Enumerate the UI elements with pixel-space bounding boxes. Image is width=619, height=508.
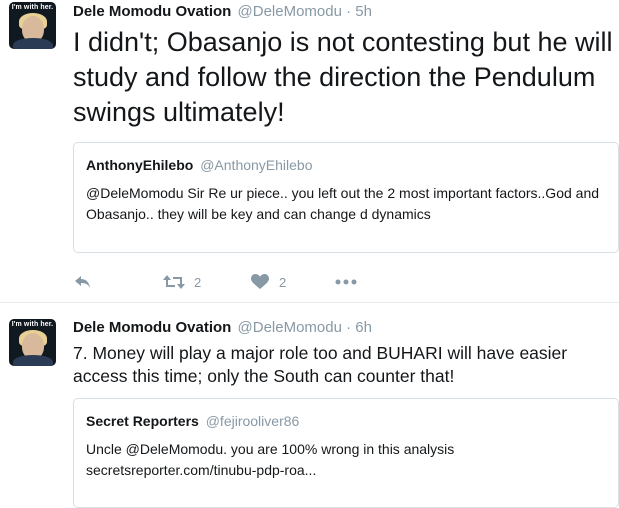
author-name[interactable]: Dele Momodu Ovation	[73, 3, 231, 20]
author-handle[interactable]: @DeleMomodu	[238, 319, 342, 336]
quoted-author-handle: @fejirooliver86	[205, 413, 300, 429]
tweet-timestamp[interactable]: 5h	[355, 3, 372, 20]
avatar-banner-text: I'm with her.	[11, 4, 54, 11]
avatar-shoulders	[13, 355, 53, 366]
retweet-count: 2	[194, 274, 202, 290]
like-count: 2	[279, 274, 287, 290]
quoted-tweet-header: Secret Reporters @fejirooliver86	[86, 413, 299, 429]
quoted-tweet-header: AnthonyEhilebo @AnthonyEhilebo	[86, 157, 313, 173]
author-name[interactable]: Dele Momodu Ovation	[73, 319, 231, 336]
quoted-author-name: AnthonyEhilebo	[86, 157, 194, 173]
reply-icon	[73, 273, 93, 291]
tweet[interactable]: I'm with her. Dele Momodu Ovation @DeleM…	[0, 0, 619, 303]
avatar[interactable]: I'm with her.	[9, 2, 56, 49]
header-separator: ·	[346, 3, 352, 20]
author-handle[interactable]: @DeleMomodu	[238, 3, 342, 20]
tweet-actions: 2 2	[73, 270, 473, 294]
quoted-tweet[interactable]: Secret Reporters @fejirooliver86 Uncle @…	[73, 398, 619, 508]
heart-icon	[251, 274, 269, 290]
tweet-header: Dele Momodu Ovation @DeleMomodu · 5h	[73, 3, 372, 20]
retweet-icon	[162, 273, 186, 291]
avatar[interactable]: I'm with her.	[9, 319, 56, 366]
avatar-banner-text: I'm with her.	[11, 321, 54, 328]
like-button[interactable]: 2	[251, 270, 286, 294]
tweet-header: Dele Momodu Ovation @DeleMomodu · 6h	[73, 319, 372, 336]
quoted-tweet-text: @DeleMomodu Sir Re ur piece.. you left o…	[86, 183, 601, 225]
quoted-link[interactable]: secretsreporter.com/tinubu-pdp-roa...	[86, 460, 601, 481]
tweet-text: I didn't; Obasanjo is not contesting but…	[73, 27, 613, 127]
quoted-text-line: Obasanjo.. they will be key and can chan…	[86, 206, 431, 222]
quoted-text-line: Uncle @DeleMomodu. you are 100% wrong in…	[86, 441, 455, 457]
quoted-author-name: Secret Reporters	[86, 413, 199, 429]
quoted-tweet-text: Uncle @DeleMomodu. you are 100% wrong in…	[86, 439, 601, 481]
more-dots-icon	[335, 279, 357, 285]
quoted-author-handle: @AnthonyEhilebo	[200, 157, 313, 173]
retweet-button[interactable]: 2	[162, 270, 201, 294]
quoted-text-line: @DeleMomodu Sir Re ur piece.. you left o…	[86, 185, 600, 201]
header-separator: ·	[346, 319, 352, 336]
tweet-timestamp[interactable]: 6h	[355, 319, 372, 336]
avatar-shoulders	[13, 38, 53, 49]
more-button[interactable]	[335, 270, 357, 294]
reply-button[interactable]	[73, 270, 93, 294]
tweet-text: 7. Money will play a major role too and …	[73, 343, 568, 386]
tweet[interactable]: I'm with her. Dele Momodu Ovation @DeleM…	[0, 303, 619, 508]
quoted-tweet[interactable]: AnthonyEhilebo @AnthonyEhilebo @DeleMomo…	[73, 142, 619, 253]
